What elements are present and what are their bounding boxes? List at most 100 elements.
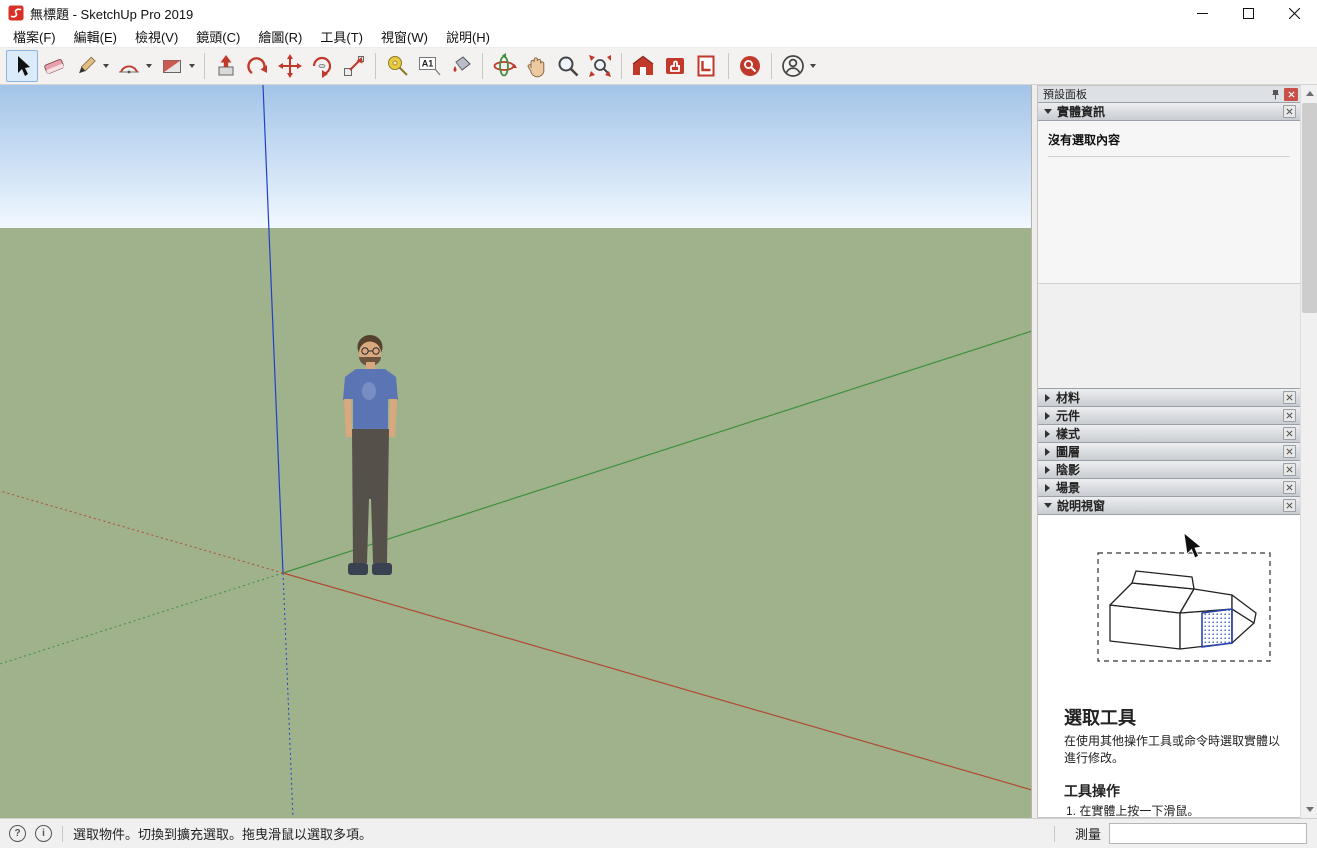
status-message: 選取物件。切換到擴充選取。拖曳滑鼠以選取多項。 — [73, 824, 372, 843]
red-axis-dashed — [0, 491, 283, 573]
menu-help[interactable]: 說明(H) — [437, 25, 499, 48]
instructor-header[interactable]: 說明視窗 — [1038, 496, 1300, 515]
account-dropdown-icon[interactable] — [810, 64, 816, 68]
panel-section-layers[interactable]: 圖層 — [1038, 442, 1300, 461]
extension-warehouse-button[interactable] — [659, 50, 691, 82]
menu-camera[interactable]: 鏡頭(C) — [187, 25, 249, 48]
getting-started-toolbar: A1 — [0, 48, 1317, 85]
panel-section-components[interactable]: 元件 — [1038, 406, 1300, 425]
offset-icon — [245, 53, 271, 79]
sketchup-window: 無標題 - SketchUp Pro 2019 檔案(F) 編輯(E) 檢視(V… — [0, 0, 1317, 848]
expand-arrow-icon — [1045, 448, 1050, 456]
section-label: 場景 — [1056, 479, 1283, 496]
arc-tool-dropdown-icon[interactable] — [146, 64, 152, 68]
shapes-tool-dropdown-icon[interactable] — [189, 64, 195, 68]
section-label: 元件 — [1056, 407, 1283, 424]
pin-icon[interactable] — [1268, 88, 1282, 101]
search-sketchup-button[interactable] — [734, 50, 766, 82]
section-close-icon[interactable] — [1283, 481, 1296, 494]
expand-arrow-icon — [1045, 430, 1050, 438]
maximize-button[interactable] — [1225, 0, 1271, 26]
window-title: 無標題 - SketchUp Pro 2019 — [30, 4, 193, 23]
menu-file[interactable]: 檔案(F) — [4, 25, 65, 48]
scrollbar-thumb[interactable] — [1302, 103, 1317, 313]
push-pull-tool-button[interactable] — [210, 50, 242, 82]
line-tool-button[interactable] — [70, 50, 102, 82]
pan-hand-icon — [523, 53, 549, 79]
section-close-icon[interactable] — [1283, 409, 1296, 422]
entity-info-body: 沒有選取內容 — [1038, 121, 1300, 284]
tray-title-bar[interactable]: 預設面板 — [1038, 86, 1300, 103]
3d-warehouse-button[interactable] — [627, 50, 659, 82]
tray-close-icon[interactable] — [1284, 88, 1298, 101]
menu-tools[interactable]: 工具(T) — [311, 25, 372, 48]
measurements-input[interactable] — [1109, 823, 1307, 844]
menu-view[interactable]: 檢視(V) — [126, 25, 187, 48]
offset-tool-button[interactable] — [242, 50, 274, 82]
model-viewport[interactable] — [0, 85, 1032, 818]
scale-tool-button[interactable] — [338, 50, 370, 82]
panel-scrollbar[interactable] — [1300, 85, 1317, 818]
statusbar-separator — [1054, 826, 1055, 842]
red-axis-solid — [283, 573, 1032, 790]
entity-info-title: 實體資訊 — [1057, 103, 1283, 120]
section-close-icon[interactable] — [1283, 463, 1296, 476]
tape-measure-icon — [384, 53, 410, 79]
no-selection-text: 沒有選取內容 — [1048, 131, 1290, 157]
info-icon[interactable]: i — [35, 825, 52, 842]
title-bar: 無標題 - SketchUp Pro 2019 — [0, 0, 1317, 26]
section-label: 圖層 — [1056, 443, 1283, 460]
account-button[interactable] — [777, 50, 809, 82]
menu-window[interactable]: 視窗(W) — [372, 25, 437, 48]
status-bar: ? i 選取物件。切換到擴充選取。拖曳滑鼠以選取多項。 測量 — [0, 818, 1317, 848]
minimize-button[interactable] — [1179, 0, 1225, 26]
toolbar-separator — [771, 53, 772, 79]
rotate-tool-button[interactable] — [306, 50, 338, 82]
minimize-icon — [1197, 8, 1208, 19]
zoom-extents-button[interactable] — [584, 50, 616, 82]
instructor-close-icon[interactable] — [1283, 499, 1296, 512]
toolbar-separator — [482, 53, 483, 79]
text-tool-button[interactable]: A1 — [413, 50, 445, 82]
move-tool-button[interactable] — [274, 50, 306, 82]
green-axis-dashed — [0, 573, 283, 664]
layout-icon — [694, 53, 720, 79]
toolbar-separator — [375, 53, 376, 79]
panel-section-scenes[interactable]: 場景 — [1038, 478, 1300, 497]
menu-draw[interactable]: 繪圖(R) — [249, 25, 311, 48]
sketchup-logo-icon — [8, 5, 24, 21]
close-button[interactable] — [1271, 0, 1317, 26]
panel-section-styles[interactable]: 樣式 — [1038, 424, 1300, 443]
push-pull-icon — [213, 53, 239, 79]
tape-measure-tool-button[interactable] — [381, 50, 413, 82]
entity-info-header[interactable]: 實體資訊 — [1038, 102, 1300, 121]
expand-arrow-icon — [1045, 412, 1050, 420]
pan-tool-button[interactable] — [520, 50, 552, 82]
expand-arrow-icon — [1045, 484, 1050, 492]
shapes-tool-button[interactable] — [156, 50, 188, 82]
expand-arrow-icon — [1045, 394, 1050, 402]
section-close-icon[interactable] — [1283, 445, 1296, 458]
menu-edit[interactable]: 編輯(E) — [65, 25, 126, 48]
send-to-layout-button[interactable] — [691, 50, 723, 82]
select-tool-button[interactable] — [6, 50, 38, 82]
arc-tool-button[interactable] — [113, 50, 145, 82]
zoom-tool-button[interactable] — [552, 50, 584, 82]
instructor-body: 選取工具 在使用其他操作工具或命令時選取實體以進行修改。 工具操作 1. 在實體… — [1038, 515, 1300, 817]
section-close-icon[interactable] — [1283, 391, 1296, 404]
orbit-tool-button[interactable] — [488, 50, 520, 82]
scroll-up-button[interactable] — [1301, 85, 1317, 102]
entity-info-close-icon[interactable] — [1283, 105, 1296, 118]
eraser-tool-button[interactable] — [38, 50, 70, 82]
section-close-icon[interactable] — [1283, 427, 1296, 440]
scroll-down-icon — [1306, 807, 1314, 812]
paint-bucket-tool-button[interactable] — [445, 50, 477, 82]
panel-section-shadows[interactable]: 陰影 — [1038, 460, 1300, 479]
line-tool-dropdown-icon[interactable] — [103, 64, 109, 68]
select-tool-illustration — [1084, 525, 1284, 690]
panel-section-materials[interactable]: 材料 — [1038, 388, 1300, 407]
tray-empty-space — [1038, 284, 1300, 389]
maximize-icon — [1243, 8, 1254, 19]
geolocation-help-icon[interactable]: ? — [9, 825, 26, 842]
scroll-down-button[interactable] — [1301, 801, 1317, 818]
